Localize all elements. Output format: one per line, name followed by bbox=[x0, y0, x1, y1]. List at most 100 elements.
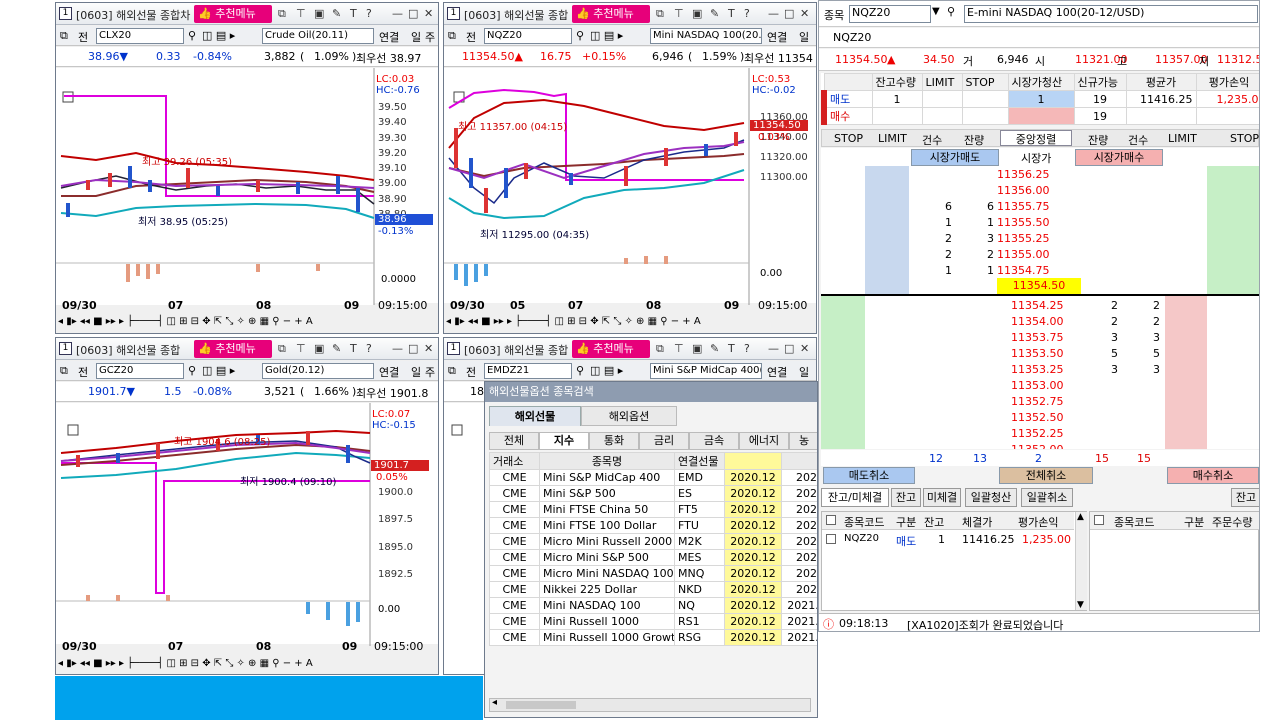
search-icon[interactable]: ⚲ bbox=[188, 29, 196, 42]
group-icon[interactable]: ⧉ bbox=[448, 364, 456, 378]
cat-currency[interactable]: 통화 bbox=[589, 432, 639, 450]
bid-row[interactable]: 11353.75 3 3 bbox=[821, 329, 1259, 345]
link-toggle[interactable]: 연결 bbox=[379, 29, 399, 45]
scroll-left-icon[interactable]: ◂ bbox=[492, 697, 497, 708]
sell-mktclose-button[interactable]: 1 bbox=[1007, 90, 1075, 108]
cancel-buy-button[interactable]: 매수취소 bbox=[1167, 467, 1259, 484]
table-row[interactable]: CMEMicro Mini Russell 2000M2K2020.122021 bbox=[489, 533, 817, 550]
screen-icon[interactable]: ▣ bbox=[314, 7, 324, 20]
market-buy-button[interactable]: 시장가매수 bbox=[1075, 149, 1163, 166]
bid-row[interactable]: 11352.50 bbox=[821, 409, 1259, 425]
font-icon[interactable]: T bbox=[350, 342, 357, 355]
chart-toolbar[interactable]: ◂ ▮▸ ◂◂ ■ ▸▸ ▸ ├────┤ ◫ ⊞ ⊟ ✥ ⇱ ⤡ ✧ ⊕ ▦ … bbox=[58, 316, 313, 327]
symbol-input[interactable]: NQZ20 bbox=[484, 28, 572, 44]
bid-row[interactable]: 11352.75 bbox=[821, 393, 1259, 409]
tool-icon[interactable]: ✎ bbox=[710, 342, 719, 355]
search-icon[interactable]: ⚲ bbox=[576, 29, 584, 42]
tool-icon[interactable]: ✎ bbox=[332, 7, 341, 20]
pin-icon[interactable]: ⊤ bbox=[674, 7, 684, 20]
search-icon[interactable]: ⚲ bbox=[947, 5, 955, 18]
help-icon[interactable]: ? bbox=[744, 342, 750, 355]
select-all-checkbox[interactable] bbox=[1094, 515, 1104, 525]
cat-index[interactable]: 지수 bbox=[539, 432, 589, 450]
ask-row[interactable]: 6 6 11355.75 bbox=[821, 198, 1259, 214]
table-row[interactable]: CMEMicro Mini S&P 500MES2020.122021 bbox=[489, 549, 817, 566]
table-row[interactable]: CMEMini S&P 500ES2020.122021 bbox=[489, 485, 817, 502]
period-week[interactable]: 주 bbox=[425, 29, 435, 45]
tool-icon[interactable]: ✎ bbox=[332, 342, 341, 355]
dropdown-icon[interactable]: ▼ bbox=[932, 6, 940, 17]
search-icon[interactable]: ⚲ bbox=[576, 364, 584, 377]
table-row[interactable]: CMEMini S&P MidCap 400EMD2020.122021 bbox=[489, 469, 817, 486]
screen-icon[interactable]: ▣ bbox=[314, 342, 324, 355]
cat-agri[interactable]: 농 bbox=[789, 432, 817, 450]
tool-icons[interactable]: ◫ ▤ ▸ bbox=[202, 29, 235, 42]
period-day[interactable]: 일 bbox=[411, 29, 421, 45]
chart-area[interactable]: LC:0.07 HC:-0.15 최고 1904.6 (08:25) 최저 19… bbox=[56, 403, 438, 646]
window-titlebar[interactable]: 1 [0603] 해외선물 종합 👍 추천메뉴 ⧉ ⊤ ▣ ✎ T ? — □ … bbox=[444, 3, 816, 25]
font-icon[interactable]: T bbox=[728, 7, 735, 20]
minimize-icon[interactable]: — bbox=[768, 7, 779, 20]
buy-mktclose-button[interactable] bbox=[1007, 107, 1075, 125]
buy-limit[interactable] bbox=[921, 107, 963, 125]
ask-row[interactable]: 11354.50 bbox=[821, 278, 1259, 294]
pin-icon[interactable]: ⊤ bbox=[296, 342, 306, 355]
bid-row[interactable]: 11352.00 bbox=[821, 441, 1259, 449]
ask-row[interactable]: 1 1 11354.75 bbox=[821, 262, 1259, 278]
minimize-icon[interactable]: — bbox=[392, 342, 403, 355]
pin-icon[interactable]: ⊤ bbox=[674, 342, 684, 355]
period-day[interactable]: 일 bbox=[411, 364, 421, 380]
help-icon[interactable]: ? bbox=[744, 7, 750, 20]
vertical-scrollbar[interactable]: ▲ ▼ bbox=[1075, 512, 1087, 610]
minimize-icon[interactable]: — bbox=[768, 342, 779, 355]
bid-row[interactable]: 11354.00 2 2 bbox=[821, 313, 1259, 329]
tool-icon[interactable]: ✎ bbox=[710, 7, 719, 20]
close-icon[interactable]: ✕ bbox=[424, 342, 433, 355]
table-row[interactable]: CMEMicro Mini NASDAQ 100MNQ2020.122021 bbox=[489, 565, 817, 582]
maximize-icon[interactable]: □ bbox=[784, 342, 794, 355]
ask-row[interactable]: 2 3 11355.25 bbox=[821, 230, 1259, 246]
sell-limit[interactable] bbox=[921, 90, 963, 108]
scroll-down-icon[interactable]: ▼ bbox=[1077, 600, 1084, 610]
bid-row[interactable]: 11353.50 5 5 bbox=[821, 345, 1259, 361]
pin-icon[interactable]: ⊤ bbox=[296, 7, 306, 20]
buy-stop[interactable] bbox=[961, 107, 1009, 125]
window-titlebar[interactable]: 1 [0603] 해외선물 종합차 👍 추천메뉴 ⧉ ⊤ ▣ ✎ T ? — □… bbox=[56, 3, 438, 25]
group-icon[interactable]: ⧉ bbox=[60, 364, 68, 378]
chart-area[interactable]: LC:0.03 HC:-0.76 최고 39.26 (05:35) 최저 38.… bbox=[56, 68, 438, 305]
bid-row[interactable]: 11353.25 3 3 bbox=[821, 361, 1259, 377]
bid-row[interactable]: 11352.25 bbox=[821, 425, 1259, 441]
table-row[interactable]: CME Mini Russell 1000 Growth RSG 2020.12 202… bbox=[489, 629, 817, 646]
bulk-cancel-button[interactable]: 일괄취소 bbox=[1021, 488, 1073, 507]
period-day[interactable]: 일 bbox=[799, 29, 809, 45]
screen-icon[interactable]: ▣ bbox=[692, 342, 702, 355]
center-align-button[interactable]: 중앙정렬 bbox=[1000, 130, 1072, 146]
scroll-thumb[interactable] bbox=[506, 701, 576, 709]
table-row[interactable]: CMEMini Russell 1000RS12020.122021.03202… bbox=[489, 613, 817, 630]
market-sell-button[interactable]: 시장가매도 bbox=[911, 149, 999, 166]
horizontal-scrollbar[interactable]: ◂ bbox=[489, 697, 811, 712]
tab-options[interactable]: 해외옵션 bbox=[581, 406, 677, 426]
tab-balance-open[interactable]: 잔고/미체결 bbox=[821, 488, 889, 507]
cat-all[interactable]: 전체 bbox=[489, 432, 539, 450]
row-checkbox[interactable] bbox=[826, 534, 836, 544]
chart-toolbar[interactable]: ◂ ▮▸ ◂◂ ■ ▸▸ ▸ ├────┤ ◫ ⊞ ⊟ ✥ ⇱ ⤡ ✧ ⊕ ▦ … bbox=[58, 658, 313, 669]
screen-icon[interactable]: ▣ bbox=[692, 7, 702, 20]
group-icon[interactable]: ⧉ bbox=[60, 29, 68, 43]
maximize-icon[interactable]: □ bbox=[408, 342, 418, 355]
chart-toolbar[interactable]: ◂ ▮▸ ◂◂ ■ ▸▸ ▸ ├────┤ ◫ ⊞ ⊟ ✥ ⇱ ⤡ ✧ ⊕ ▦ … bbox=[446, 316, 701, 327]
sell-stop[interactable] bbox=[961, 90, 1009, 108]
select-all-checkbox[interactable] bbox=[826, 515, 836, 525]
tab-balance[interactable]: 잔고 bbox=[891, 488, 921, 507]
table-row[interactable]: CMEMini FTSE China 50FT52020.122021 bbox=[489, 501, 817, 518]
table-row[interactable]: CMEMini FTSE 100 DollarFTU2020.122021 bbox=[489, 517, 817, 534]
symbol-input[interactable]: GCZ20 bbox=[96, 363, 184, 379]
period-week[interactable]: 주 bbox=[425, 364, 435, 380]
link-icon[interactable]: ⧉ bbox=[656, 342, 664, 356]
recommend-menu-button[interactable]: 👍 추천메뉴 bbox=[194, 340, 272, 358]
recommend-menu-button[interactable]: 👍 추천메뉴 bbox=[572, 5, 650, 23]
ask-row[interactable]: 1 1 11355.50 bbox=[821, 214, 1259, 230]
group-icon[interactable]: ⧉ bbox=[448, 29, 456, 43]
table-row[interactable]: CMENikkei 225 DollarNKD2020.122021 bbox=[489, 581, 817, 598]
chart-area[interactable]: LC:0.53 HC:-0.02 최고 11357.00 (04:15) 최저 … bbox=[444, 68, 816, 305]
